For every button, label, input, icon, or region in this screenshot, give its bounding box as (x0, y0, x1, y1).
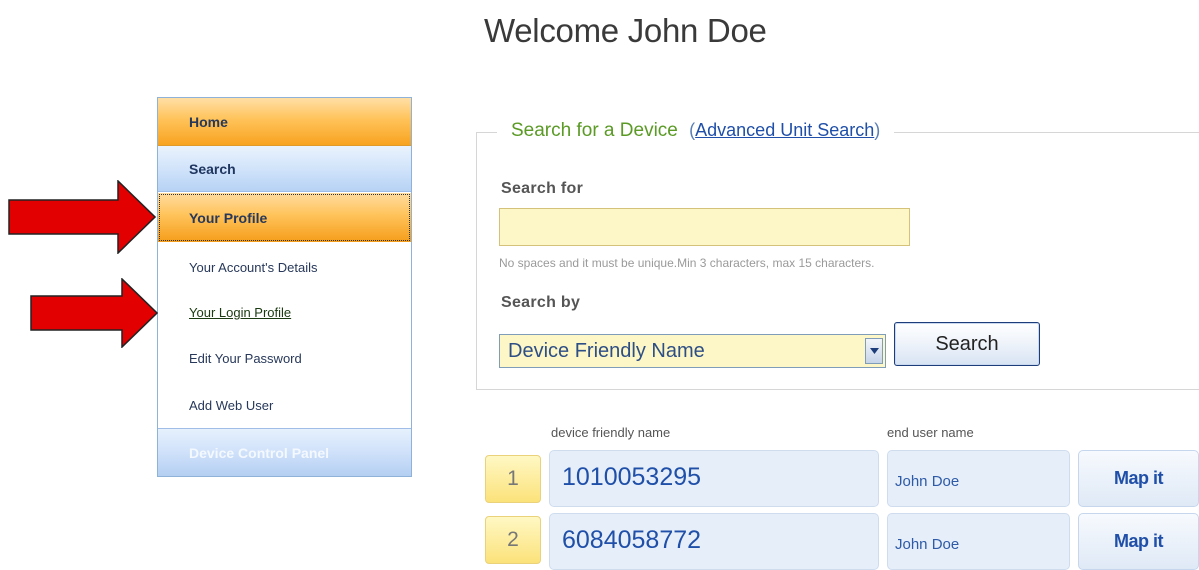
chevron-down-icon[interactable] (865, 338, 883, 364)
arrow-right-icon (30, 278, 158, 348)
arrow-right-icon (8, 180, 156, 254)
sidebar-nav: Home Search Your Profile Your Account's … (157, 97, 412, 477)
nav-device-control-panel[interactable]: Device Control Panel (158, 428, 411, 476)
search-button[interactable]: Search (894, 322, 1040, 366)
map-it-button[interactable]: Map it (1078, 450, 1199, 507)
search-by-value: Device Friendly Name (508, 340, 705, 362)
column-header-user: end user name (887, 425, 974, 440)
device-name-cell[interactable]: 6084058772 (549, 513, 879, 570)
advanced-search-link[interactable]: Advanced Unit Search (695, 120, 874, 140)
search-legend: Search for a Device (Advanced Unit Searc… (497, 120, 895, 142)
search-by-label: Search by (501, 294, 581, 311)
nav-home[interactable]: Home (158, 98, 411, 146)
search-for-label: Search for (501, 180, 584, 197)
page-title: Welcome John Doe (484, 12, 767, 49)
legend-title: Search for a Device (511, 120, 678, 141)
device-name-cell[interactable]: 1010053295 (549, 450, 879, 507)
nav-edit-password[interactable]: Edit Your Password (189, 351, 302, 366)
nav-account-details[interactable]: Your Account's Details (189, 260, 317, 275)
row-number: 1 (485, 455, 541, 503)
row-number: 2 (485, 516, 541, 564)
nav-add-web-user[interactable]: Add Web User (189, 398, 273, 413)
nav-your-profile[interactable]: Your Profile (158, 193, 411, 242)
search-input[interactable] (499, 208, 910, 246)
nav-search[interactable]: Search (158, 146, 411, 192)
column-header-device: device friendly name (551, 425, 671, 440)
map-it-button[interactable]: Map it (1078, 513, 1199, 570)
end-user-cell: John Doe (887, 450, 1070, 507)
search-by-select[interactable]: Device Friendly Name (499, 334, 886, 368)
paren-close: ) (874, 120, 881, 140)
search-hint: No spaces and it must be unique.Min 3 ch… (499, 256, 875, 270)
end-user-cell: John Doe (887, 513, 1070, 570)
nav-login-profile[interactable]: Your Login Profile (189, 305, 291, 320)
